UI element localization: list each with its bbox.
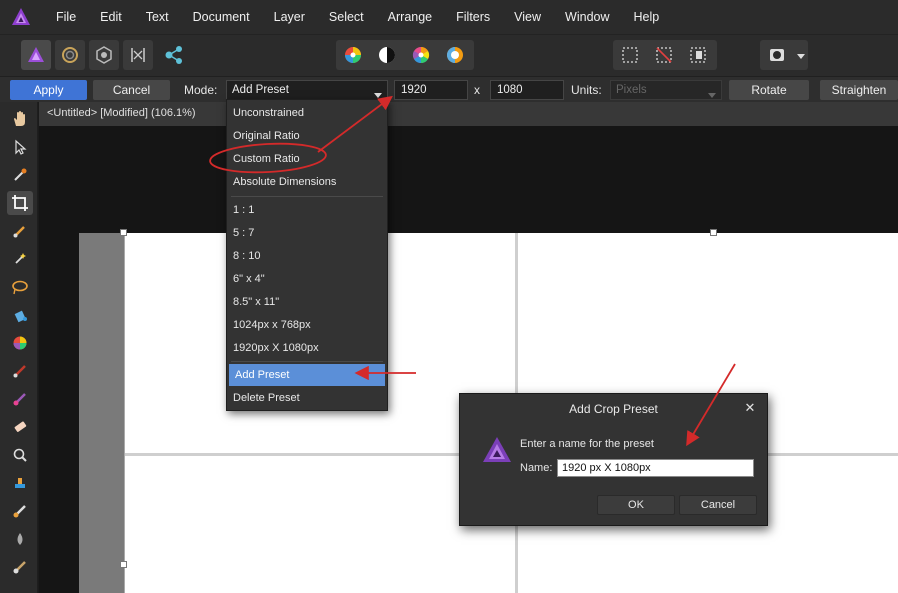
clone-tool-icon[interactable] — [7, 471, 33, 495]
crop-tool-icon[interactable] — [7, 191, 33, 215]
dropdown-separator — [231, 361, 383, 362]
mode-select-value: Add Preset — [232, 84, 289, 96]
dialog-cancel-button[interactable]: Cancel — [679, 495, 757, 515]
menu-items: File Edit Text Document Layer Select Arr… — [44, 0, 671, 34]
add-crop-preset-dialog: Add Crop Preset ✕ Enter a name for the p… — [459, 393, 768, 526]
menu-help[interactable]: Help — [622, 0, 672, 34]
dropdown-separator — [231, 196, 383, 197]
photo-persona-icon[interactable] — [21, 40, 51, 70]
color-replacement-tool-icon[interactable] — [7, 387, 33, 411]
menu-document[interactable]: Document — [181, 0, 262, 34]
tools-panel — [0, 102, 38, 593]
quick-mask-icon[interactable] — [762, 40, 792, 70]
healing-brush-tool-icon[interactable] — [7, 499, 33, 523]
width-field[interactable]: 1920 — [394, 80, 468, 100]
color-picker-tool-icon[interactable] — [7, 163, 33, 187]
move-tool-icon[interactable] — [7, 135, 33, 159]
flood-fill-tool-icon[interactable] — [7, 303, 33, 327]
cancel-button[interactable]: Cancel — [93, 80, 170, 100]
rotate-button[interactable]: Rotate — [729, 80, 809, 100]
dd-item-preset-1024x768[interactable]: 1024px x 768px — [227, 314, 387, 336]
image-edge-strip — [79, 233, 124, 593]
menu-window[interactable]: Window — [553, 0, 621, 34]
develop-persona-icon[interactable] — [89, 40, 119, 70]
freehand-selection-tool-icon[interactable] — [7, 275, 33, 299]
tone-mapping-persona-icon[interactable] — [123, 40, 153, 70]
hsl-icon[interactable] — [406, 40, 436, 70]
deselect-icon[interactable] — [649, 40, 679, 70]
hand-tool-icon[interactable] — [7, 107, 33, 131]
ok-button[interactable]: OK — [597, 495, 675, 515]
invert-selection-icon[interactable] — [683, 40, 713, 70]
mode-label: Mode: — [184, 83, 218, 97]
dd-item-add-preset[interactable]: Add Preset — [229, 364, 385, 386]
affinity-logo-icon[interactable] — [10, 6, 32, 28]
name-label: Name: — [520, 462, 553, 474]
flood-select-tool-icon[interactable] — [7, 247, 33, 271]
main-toolbar — [0, 34, 898, 76]
dd-item-absolute-dimensions[interactable]: Absolute Dimensions — [227, 171, 387, 193]
dd-item-custom-ratio[interactable]: Custom Ratio — [227, 148, 387, 170]
dd-item-preset-1920x1080[interactable]: 1920px X 1080px — [227, 337, 387, 359]
menu-text[interactable]: Text — [134, 0, 181, 34]
dd-item-preset-8-5x11[interactable]: 8.5" x 11" — [227, 291, 387, 313]
chevron-down-icon[interactable] — [796, 50, 806, 64]
export-persona-icon[interactable] — [159, 40, 189, 70]
times-label: x — [474, 83, 480, 97]
menu-edit[interactable]: Edit — [88, 0, 134, 34]
menu-filters[interactable]: Filters — [444, 0, 502, 34]
erase-tool-icon[interactable] — [7, 415, 33, 439]
dd-item-preset-8-10[interactable]: 8 : 10 — [227, 245, 387, 267]
units-select[interactable]: Pixels — [610, 80, 722, 100]
blur-brush-tool-icon[interactable] — [7, 527, 33, 551]
dd-item-preset-6x4[interactable]: 6" x 4" — [227, 268, 387, 290]
dialog-title: Add Crop Preset — [569, 402, 658, 416]
menu-layer[interactable]: Layer — [262, 0, 317, 34]
menu-select[interactable]: Select — [317, 0, 376, 34]
straighten-button[interactable]: Straighten — [820, 80, 898, 100]
mode-dropdown-list: Unconstrained Original Ratio Custom Rati… — [226, 99, 388, 411]
apply-button[interactable]: Apply — [10, 80, 87, 100]
mode-select[interactable]: Add Preset — [226, 80, 388, 100]
dd-item-original-ratio[interactable]: Original Ratio — [227, 125, 387, 147]
close-icon[interactable]: ✕ — [741, 399, 759, 417]
document-tab-title[interactable]: <Untitled> [Modified] (106.1%) — [47, 107, 196, 119]
paint-brush-tool-icon[interactable] — [7, 359, 33, 383]
menu-view[interactable]: View — [502, 0, 553, 34]
crop-handle-top-left[interactable] — [120, 229, 127, 236]
affinity-photo-logo-icon — [482, 436, 512, 467]
brightness-contrast-icon[interactable] — [372, 40, 402, 70]
crop-handle-left-bottom[interactable] — [120, 561, 127, 568]
preset-name-input[interactable]: 1920 px X 1080px — [557, 459, 754, 477]
context-toolbar: Apply Cancel Mode: Add Preset 1920 x 108… — [0, 76, 898, 102]
units-select-value: Pixels — [616, 84, 647, 96]
dd-item-preset-5-7[interactable]: 5 : 7 — [227, 222, 387, 244]
dd-item-delete-preset[interactable]: Delete Preset — [227, 387, 387, 409]
crop-border-left — [124, 233, 125, 593]
document-tab-bar: <Untitled> [Modified] (106.1%) — [39, 102, 898, 126]
menu-arrange[interactable]: Arrange — [376, 0, 444, 34]
selection-brush-tool-icon[interactable] — [7, 219, 33, 243]
dd-item-preset-1-1[interactable]: 1 : 1 — [227, 199, 387, 221]
select-all-icon[interactable] — [615, 40, 645, 70]
gradient-tool-icon[interactable] — [7, 331, 33, 355]
dodge-brush-tool-icon[interactable] — [7, 555, 33, 579]
white-balance-icon[interactable] — [440, 40, 470, 70]
dd-item-unconstrained[interactable]: Unconstrained — [227, 102, 387, 124]
dialog-prompt: Enter a name for the preset — [520, 438, 654, 450]
height-field[interactable]: 1080 — [490, 80, 564, 100]
menu-bar: File Edit Text Document Layer Select Arr… — [0, 0, 898, 34]
crop-handle-top-middle[interactable] — [710, 229, 717, 236]
menu-file[interactable]: File — [44, 0, 88, 34]
liquify-persona-icon[interactable] — [55, 40, 85, 70]
units-label: Units: — [571, 83, 602, 97]
zoom-tool-icon[interactable] — [7, 443, 33, 467]
color-balance-icon[interactable] — [338, 40, 368, 70]
